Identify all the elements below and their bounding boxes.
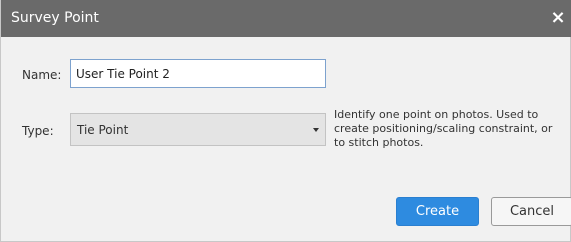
name-label: Name: (22, 68, 62, 82)
survey-point-dialog: Survey Point × Name: Type: Tie Point Ide… (0, 0, 571, 242)
type-select[interactable]: Tie Point (70, 113, 326, 146)
close-icon[interactable]: × (547, 6, 569, 30)
type-label: Type: (22, 124, 54, 138)
type-select-value: Tie Point (77, 123, 129, 137)
title-bar: Survey Point × (1, 0, 571, 37)
create-button[interactable]: Create (396, 197, 479, 226)
name-input[interactable] (70, 59, 326, 88)
type-help-text: Identify one point on photos. Used to cr… (334, 108, 553, 149)
chevron-down-icon (313, 128, 319, 132)
dialog-title: Survey Point (11, 10, 99, 26)
cancel-button[interactable]: Cancel (491, 197, 571, 226)
